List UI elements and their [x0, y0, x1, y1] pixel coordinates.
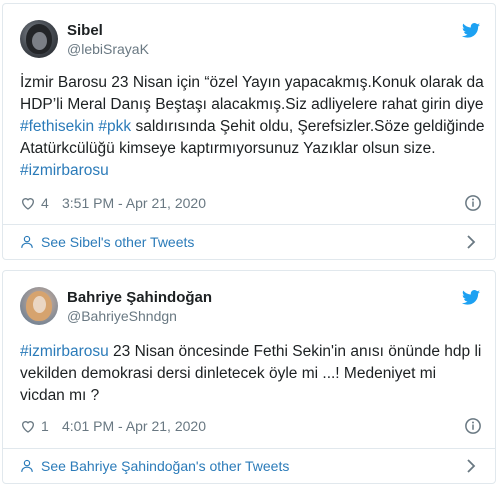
- tweet-header: Bahriye Şahindoğan @BahriyeShndgn: [20, 287, 480, 327]
- chevron-right-icon[interactable]: [466, 459, 476, 473]
- chevron-right-icon[interactable]: [466, 235, 476, 249]
- tweet-meta: 4 3:51 PM - Apr 21, 2020: [20, 193, 482, 213]
- tweet-card: Bahriye Şahindoğan @BahriyeShndgn #izmir…: [2, 270, 496, 484]
- info-icon[interactable]: [464, 417, 482, 435]
- hashtag-link[interactable]: #izmirbarosu: [20, 343, 109, 360]
- hashtag-link[interactable]: #pkk: [98, 118, 131, 135]
- heart-icon[interactable]: [20, 195, 36, 211]
- author-handle[interactable]: @BahriyeShndgn: [67, 307, 177, 325]
- tweet-header: Sibel @lebiSrayaK: [20, 20, 480, 60]
- like-count[interactable]: 1: [41, 416, 49, 436]
- author-name[interactable]: Sibel: [67, 21, 103, 40]
- tweet-timestamp[interactable]: 3:51 PM - Apr 21, 2020: [62, 193, 206, 213]
- see-other-tweets-link[interactable]: See Bahriye Şahindoğan's other Tweets: [20, 456, 482, 476]
- see-other-tweets-label[interactable]: See Bahriye Şahindoğan's other Tweets: [41, 456, 289, 476]
- see-other-tweets-link[interactable]: See Sibel's other Tweets: [20, 232, 482, 252]
- like-count[interactable]: 4: [41, 193, 49, 213]
- tweet-card: Sibel @lebiSrayaK İzmir Barosu 23 Nisan …: [2, 3, 496, 260]
- tweet-timestamp[interactable]: 4:01 PM - Apr 21, 2020: [62, 416, 206, 436]
- heart-icon[interactable]: [20, 418, 36, 434]
- see-other-tweets-label[interactable]: See Sibel's other Tweets: [41, 232, 194, 252]
- avatar[interactable]: [20, 20, 58, 58]
- hashtag-link[interactable]: #izmirbarosu: [20, 162, 109, 179]
- author-name[interactable]: Bahriye Şahindoğan: [67, 288, 212, 307]
- hashtag-link[interactable]: #fethisekin: [20, 118, 94, 135]
- person-icon: [21, 459, 33, 472]
- tweet-text: İzmir Barosu 23 Nisan için “özel Yayın y…: [20, 72, 485, 182]
- info-icon[interactable]: [464, 194, 482, 212]
- tweet-meta: 1 4:01 PM - Apr 21, 2020: [20, 416, 482, 436]
- tweet-text: #izmirbarosu 23 Nisan öncesinde Fethi Se…: [20, 341, 485, 407]
- twitter-bird-icon[interactable]: [462, 290, 480, 305]
- divider: [3, 224, 495, 225]
- twitter-bird-icon[interactable]: [462, 23, 480, 38]
- person-icon: [21, 235, 33, 248]
- avatar[interactable]: [20, 287, 58, 325]
- divider: [3, 448, 495, 449]
- tweet-text-segment: İzmir Barosu 23 Nisan için “özel Yayın y…: [20, 74, 484, 113]
- author-handle[interactable]: @lebiSrayaK: [67, 40, 149, 58]
